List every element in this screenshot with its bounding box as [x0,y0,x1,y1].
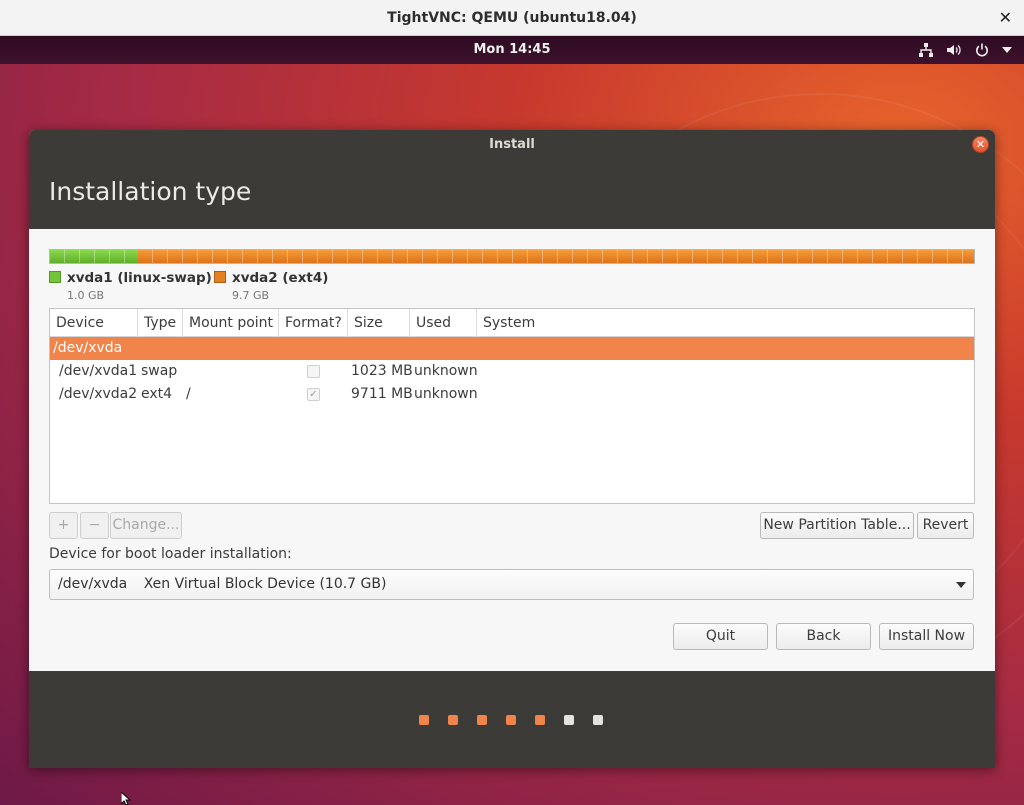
legend-swatch-swap [49,271,61,283]
vnc-close-icon[interactable]: ✕ [999,0,1012,36]
table-header: Device Type Mount point Format? Size Use… [50,309,974,337]
legend-swatch-ext4 [214,271,226,283]
table-row[interactable]: /dev/xvda2 ext4 / ✓ 9711 MB unknown [50,383,974,406]
progress-dot [564,715,574,725]
progress-dot [419,715,429,725]
table-row[interactable]: /dev/xvda [50,337,974,360]
clock[interactable]: Mon 14:45 [0,36,1024,64]
column-header-format[interactable]: Format? [279,309,348,337]
column-header-system[interactable]: System [477,309,974,337]
format-checkbox[interactable]: ✓ [307,388,320,401]
column-header-type[interactable]: Type [138,309,183,337]
legend-name: xvda2 (ext4) [232,270,329,286]
top-panel: Mon 14:45 [0,36,1024,64]
progress-dot [593,715,603,725]
install-dialog: Install ✕ Installation type xvda1 (linux… [29,130,995,768]
partition-bar-ext4-segment [138,250,974,263]
new-partition-table-button[interactable]: New Partition Table... [760,512,914,539]
cell-size: 9711 MB [351,386,413,402]
cell-device: /dev/xvda [53,340,123,356]
legend-item-swap: xvda1 (linux-swap) 1.0 GB [49,270,212,302]
legend-size: 9.7 GB [232,289,270,302]
revert-button[interactable]: Revert [917,512,974,539]
install-now-button[interactable]: Install Now [879,623,974,650]
system-tray[interactable] [919,36,1012,64]
change-partition-button[interactable]: Change... [110,512,182,539]
mouse-cursor-icon [121,792,131,805]
legend-name: xvda1 (linux-swap) [67,270,212,286]
volume-icon[interactable] [946,43,962,57]
column-header-size[interactable]: Size [348,309,410,337]
partition-table[interactable]: Device Type Mount point Format? Size Use… [49,308,975,504]
column-header-mount[interactable]: Mount point [183,309,279,337]
boot-loader-label: Device for boot loader installation: [49,546,292,562]
page-title: Installation type [49,177,252,206]
chevron-down-icon [956,582,966,588]
boot-loader-device-select[interactable]: /dev/xvda Xen Virtual Block Device (10.7… [49,569,974,600]
cell-used: unknown [414,386,478,402]
dialog-title: Install [489,137,535,152]
cell-type: swap [141,363,178,379]
cell-device: /dev/xvda2 [59,386,138,402]
step-progress-dots [419,715,603,725]
legend-size: 1.0 GB [67,289,105,302]
quit-button[interactable]: Quit [673,623,768,650]
dialog-header: Installation type [29,159,995,229]
column-header-used[interactable]: Used [410,309,477,337]
add-partition-button[interactable]: + [49,512,78,539]
cell-used: unknown [414,363,478,379]
column-header-device[interactable]: Device [50,309,138,337]
menu-arrow-icon[interactable] [1002,47,1012,53]
dialog-footer [29,671,995,768]
vnc-window-titlebar: TightVNC: QEMU (ubuntu18.04) ✕ [0,0,1024,36]
progress-dot [477,715,487,725]
dialog-content: xvda1 (linux-swap) 1.0 GB xvda2 (ext4) 9… [29,229,995,671]
table-row[interactable]: /dev/xvda1 swap 1023 MB unknown [50,360,974,383]
cell-type: ext4 [141,386,173,402]
back-button[interactable]: Back [776,623,871,650]
cell-mount: / [186,386,191,402]
boot-loader-device: /dev/xvda [58,576,128,592]
format-checkbox[interactable] [307,365,320,378]
progress-dot [535,715,545,725]
dialog-close-icon[interactable]: ✕ [972,136,989,153]
legend-item-ext4: xvda2 (ext4) 9.7 GB [214,270,328,302]
progress-dot [506,715,516,725]
partition-bar [49,249,975,264]
network-icon[interactable] [919,43,933,57]
vnc-window-title: TightVNC: QEMU (ubuntu18.04) [387,10,637,26]
boot-loader-description: Xen Virtual Block Device (10.7 GB) [143,576,387,592]
cell-size: 1023 MB [351,363,413,379]
dialog-titlebar: Install ✕ [29,130,995,159]
progress-dot [448,715,458,725]
partition-bar-swap-segment [50,250,138,263]
power-icon[interactable] [975,43,989,57]
remove-partition-button[interactable]: − [80,512,109,539]
cell-device: /dev/xvda1 [59,363,138,379]
